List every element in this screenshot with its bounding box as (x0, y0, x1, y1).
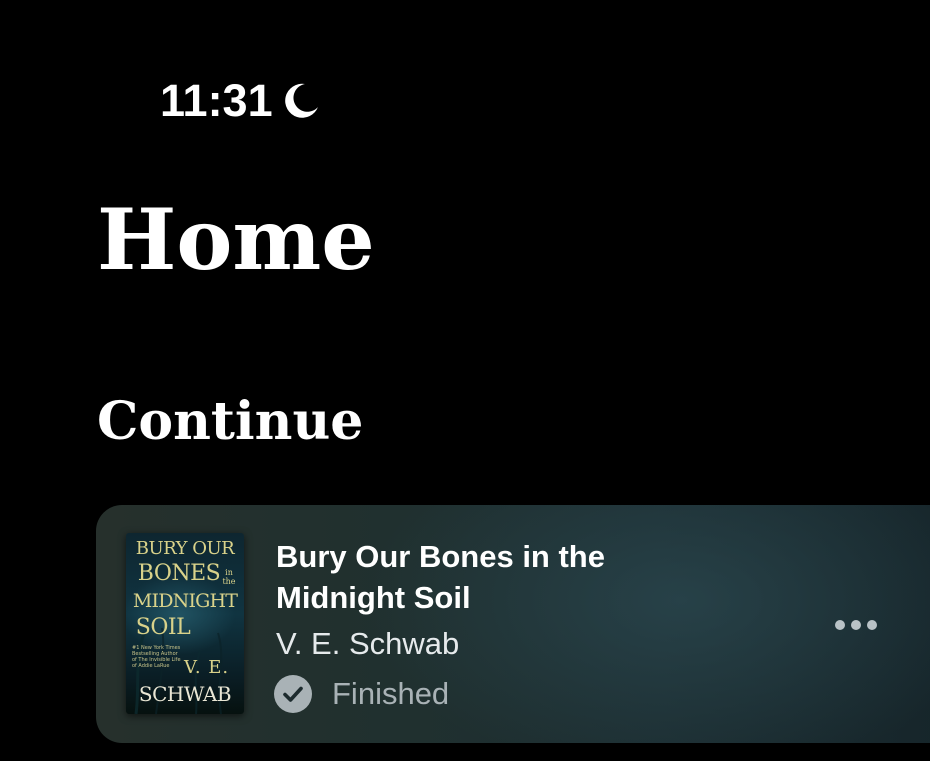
cover-title-line-1: BURY OUR (135, 538, 235, 559)
book-cover[interactable]: BURY OUR BONES in the MIDNIGHT SOIL #1 N… (126, 533, 244, 714)
page-title: Home (97, 190, 375, 289)
section-title-continue: Continue (97, 391, 364, 452)
book-status: Finished (274, 675, 449, 713)
status-time: 11:31 (160, 74, 273, 126)
book-title[interactable]: Bury Our Bones in the Midnight Soil (276, 536, 676, 618)
status-bar: 11:31 (160, 72, 321, 128)
book-author: V. E. Schwab (276, 626, 460, 661)
cover-blurb: #1 New York Times Bestselling Author of … (132, 645, 181, 669)
more-options-button[interactable] (826, 607, 886, 643)
cover-title-line-4: SOIL (135, 615, 191, 640)
checkmark-circle-icon (274, 675, 312, 713)
moon-icon (281, 80, 321, 120)
cover-title-line-3: MIDNIGHT (132, 590, 238, 612)
more-icon[interactable] (832, 619, 880, 631)
status-label: Finished (332, 676, 450, 711)
cover-title-small: in the (222, 568, 236, 586)
continue-book-card[interactable]: BURY OUR BONES in the MIDNIGHT SOIL #1 N… (96, 505, 930, 743)
cover-author-surname: SCHWAB (138, 682, 232, 706)
cover-author-initials: V. E. (184, 657, 230, 678)
